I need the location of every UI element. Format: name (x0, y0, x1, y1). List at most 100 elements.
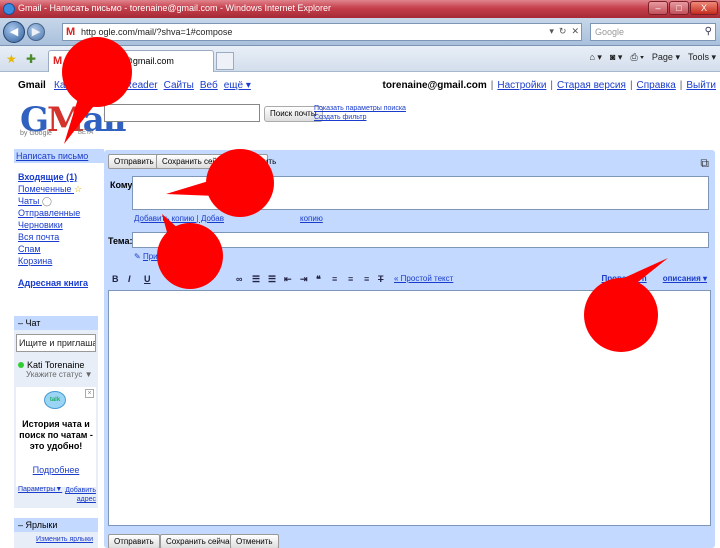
add-cc-link[interactable]: Доб (134, 214, 148, 223)
forward-button[interactable]: ▶ (27, 23, 45, 41)
sidebar-item-sent[interactable]: Отправленные (18, 207, 88, 219)
gbar-link-reader[interactable]: Reader (125, 80, 158, 91)
settings-link[interactable]: Настройки (497, 80, 546, 91)
save-now-button[interactable]: Сохранить сейчас (160, 534, 240, 548)
gbar-link-more[interactable]: ещё ▾ (224, 80, 251, 91)
command-bar: ⌂ ▾ ◙ ▾ ⎙ ▾ Page ▾ Tools ▾ (590, 52, 717, 63)
plain-text-link[interactable]: « Простой текст (394, 274, 453, 283)
close-icon[interactable]: × (85, 389, 94, 398)
refresh-icon[interactable]: ↻ (559, 26, 567, 37)
browser-search-box[interactable]: Google ⚲ (590, 23, 716, 41)
spellcheck-link[interactable]: Проверка п описания ▾ (602, 274, 707, 283)
address-tools: ▾ ↻ ✕ (549, 26, 579, 37)
indent-icon[interactable]: ⇥ (300, 274, 308, 285)
align-left-icon[interactable]: ≡ (332, 274, 337, 284)
chat-status-select[interactable]: Укажите статус ▼ (26, 370, 98, 379)
tools-menu[interactable]: Tools ▾ (688, 52, 716, 63)
cc-links: Добавить копию | Добав копию (134, 214, 323, 223)
remove-formatting-icon[interactable]: T (378, 274, 384, 284)
labels-panel: – Ярлыки Изменить ярлыки (14, 518, 98, 548)
numbered-list-icon[interactable]: ☰ (252, 274, 260, 285)
home-icon[interactable]: ⌂ ▾ (590, 52, 602, 63)
chat-options-link[interactable]: Параметры▼ (18, 486, 62, 493)
add-cc-link[interactable]: авить копию | Добав (148, 214, 224, 223)
window-title: Gmail - Написать письмо - torenaine@gmai… (18, 3, 332, 13)
bold-icon[interactable]: B (112, 274, 119, 284)
old-version-link[interactable]: Старая версия (557, 80, 626, 91)
sidebar-item-starred[interactable]: Помеченные ☆ (18, 183, 88, 195)
subject-label: Тема: (108, 236, 133, 246)
page-menu[interactable]: Page ▾ (652, 52, 680, 63)
edit-labels-link[interactable]: Изменить ярлыки (14, 536, 98, 543)
gmail-favicon-icon: M (53, 55, 63, 67)
sidebar-item-inbox[interactable]: Входящие (1) (18, 171, 88, 183)
address-bar[interactable]: M http ogle.com/mail/?shva=1#compose ▾ ↻… (62, 23, 582, 41)
logo-by-google: by Google (20, 130, 52, 137)
add-bcc-link[interactable]: копию (300, 214, 323, 223)
bulleted-list-icon[interactable]: ☰ (268, 274, 276, 285)
sidebar-item-spam[interactable]: Спам (18, 243, 88, 255)
save-now-button[interactable]: Сохранить сейчас нить (156, 154, 276, 169)
sidebar-item-label: Чаты (18, 196, 40, 206)
discard-button[interactable]: Отменить (230, 534, 279, 548)
send-button[interactable]: Отправить (108, 534, 160, 548)
paperclip-icon: ✎ (134, 252, 141, 261)
dropdown-icon[interactable]: ▾ (549, 26, 554, 37)
sidebar-item-chats[interactable]: Чаты ◯ (18, 195, 88, 207)
italic-icon[interactable]: I (128, 274, 131, 284)
gbar-link-calendar[interactable]: Кале (54, 80, 77, 91)
chat-header[interactable]: – Чат (14, 316, 98, 330)
labels-header[interactable]: – Ярлыки (14, 518, 98, 532)
outdent-icon[interactable]: ⇤ (284, 274, 292, 285)
stop-icon[interactable]: ✕ (571, 26, 579, 37)
sidebar-item-drafts[interactable]: Черновики (18, 219, 88, 231)
maximize-button[interactable]: □ (669, 1, 689, 15)
add-favorite-icon[interactable]: ✚ (26, 52, 36, 66)
gbar-link-sites[interactable]: Сайты (164, 80, 194, 91)
message-body[interactable] (108, 290, 711, 526)
show-search-options-link[interactable]: Показать параметры поиска (314, 104, 406, 113)
search-icon[interactable]: ⚲ (705, 26, 712, 37)
talk-promo: talk × История чата и поиск по чатам - э… (16, 387, 96, 487)
sign-out-link[interactable]: Выйти (686, 80, 716, 91)
align-right-icon[interactable]: ≡ (364, 274, 369, 284)
quote-icon[interactable]: ❝ (316, 274, 321, 285)
chat-user: Kati Torenaine (18, 360, 98, 370)
underline-icon[interactable]: U (144, 274, 151, 284)
compose-mail-link[interactable]: Написать письмо (14, 149, 104, 163)
new-window-icon[interactable]: ⧉ (700, 156, 709, 171)
close-window-button[interactable]: X (690, 1, 718, 15)
create-filter-link[interactable]: Создать фильтр (314, 113, 406, 122)
separator: | (679, 80, 683, 91)
feeds-icon[interactable]: ◙ ▾ (610, 52, 622, 63)
tab-gmail[interactable]: M мо - torenaine@gmail.com (48, 50, 214, 72)
chat-search-input[interactable]: Ищите и приглашайте (16, 334, 96, 352)
mail-search-input[interactable] (104, 104, 260, 122)
attach-file-link[interactable]: ✎ При (134, 252, 158, 261)
gmail-logo[interactable]: GMail by Google BETA (18, 100, 127, 140)
back-button[interactable]: ◀ (3, 21, 25, 43)
gbar-left-links: Кале Reader Сайты Веб ещё ▾ (54, 80, 251, 91)
address-book-link[interactable]: Адресная книга (18, 277, 88, 289)
print-icon[interactable]: ⎙ ▾ (630, 52, 643, 63)
separator: | (550, 80, 554, 91)
send-button[interactable]: Отправить (108, 154, 160, 169)
minimize-button[interactable]: – (648, 1, 668, 15)
help-link[interactable]: Справка (637, 80, 676, 91)
gbar-link-web[interactable]: Веб (200, 80, 218, 91)
new-tab-button[interactable] (216, 52, 234, 70)
link-icon[interactable]: ∞ (236, 274, 242, 284)
add-address-link[interactable]: Добавить адрес (62, 486, 96, 504)
gbar-right-links: torenaine@gmail.com | Настройки | Старая… (383, 80, 716, 91)
format-toolbar: B I U ∞ ☰ ☰ ⇤ ⇥ ❝ ≡ ≡ ≡ T « Простой текс… (108, 272, 711, 288)
sidebar-item-all-mail[interactable]: Вся почта (18, 231, 88, 243)
talk-more-link[interactable]: Подробнее (16, 465, 96, 475)
subject-field[interactable] (132, 232, 709, 248)
sidebar-item-trash[interactable]: Корзина (18, 255, 88, 267)
separator: | (490, 80, 494, 91)
attach-file-label: При (142, 252, 158, 261)
align-center-icon[interactable]: ≡ (348, 274, 353, 284)
favorites-star-icon[interactable]: ★ (6, 52, 17, 66)
to-field[interactable] (132, 176, 709, 210)
chat-user-name: Kati Torenaine (27, 360, 85, 370)
